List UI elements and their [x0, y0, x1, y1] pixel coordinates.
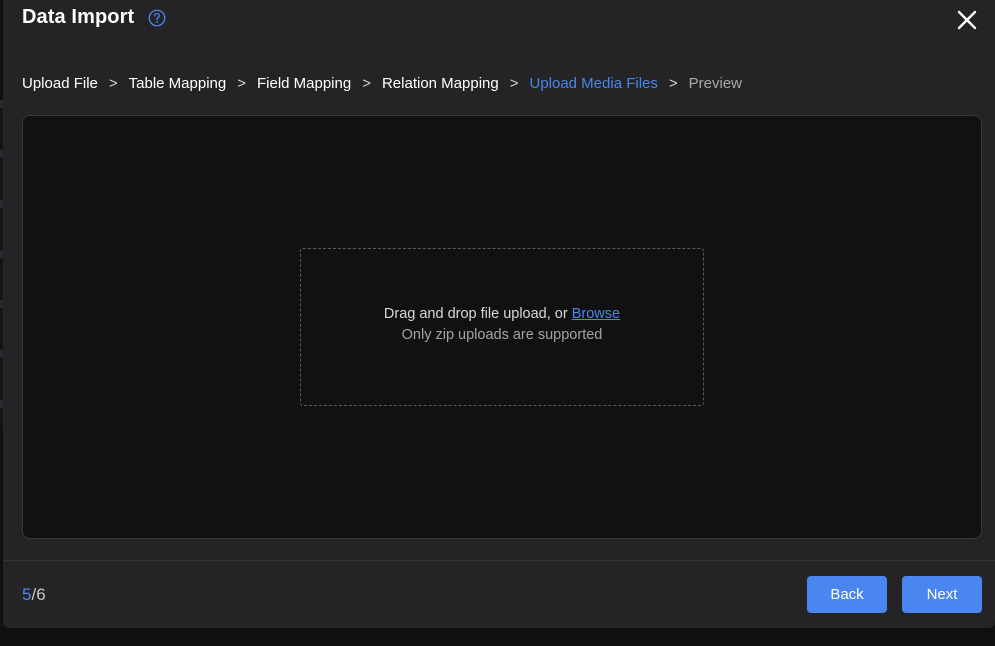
next-button[interactable]: Next	[902, 576, 982, 613]
upload-panel: Drag and drop file upload, or Browse Onl…	[22, 115, 982, 539]
dropzone-hint: Only zip uploads are supported	[401, 327, 603, 343]
breadcrumb-separator: >	[668, 75, 678, 92]
breadcrumb-step-upload-media-files[interactable]: Upload Media Files	[529, 75, 657, 92]
breadcrumb-step-preview: Preview	[688, 75, 743, 92]
breadcrumb: Upload File > Table Mapping > Field Mapp…	[22, 75, 742, 92]
dialog-header: Data Import	[22, 6, 166, 29]
breadcrumb-separator: >	[509, 75, 519, 92]
step-counter: 5/6	[22, 585, 46, 605]
dialog-title: Data Import	[22, 6, 135, 28]
breadcrumb-separator: >	[362, 75, 371, 92]
step-total: /6	[31, 585, 46, 604]
help-circle-icon[interactable]	[148, 9, 166, 27]
breadcrumb-step-field-mapping[interactable]: Field Mapping	[257, 75, 351, 92]
back-button[interactable]: Back	[807, 576, 887, 613]
data-import-dialog: Data Import Upload File > Table Mapping …	[3, 0, 995, 628]
breadcrumb-separator: >	[237, 75, 246, 92]
breadcrumb-step-relation-mapping[interactable]: Relation Mapping	[382, 75, 499, 92]
browse-link[interactable]: Browse	[572, 306, 620, 322]
breadcrumb-step-table-mapping[interactable]: Table Mapping	[129, 75, 227, 92]
close-icon[interactable]	[956, 9, 978, 31]
file-dropzone[interactable]: Drag and drop file upload, or Browse Onl…	[300, 248, 704, 406]
dropzone-prompt-text: Drag and drop file upload, or	[383, 306, 568, 322]
breadcrumb-step-upload-file[interactable]: Upload File	[22, 75, 98, 92]
footer-divider	[3, 560, 995, 561]
breadcrumb-separator: >	[108, 75, 118, 92]
dropzone-prompt-line: Drag and drop file upload, or Browse	[301, 306, 703, 322]
